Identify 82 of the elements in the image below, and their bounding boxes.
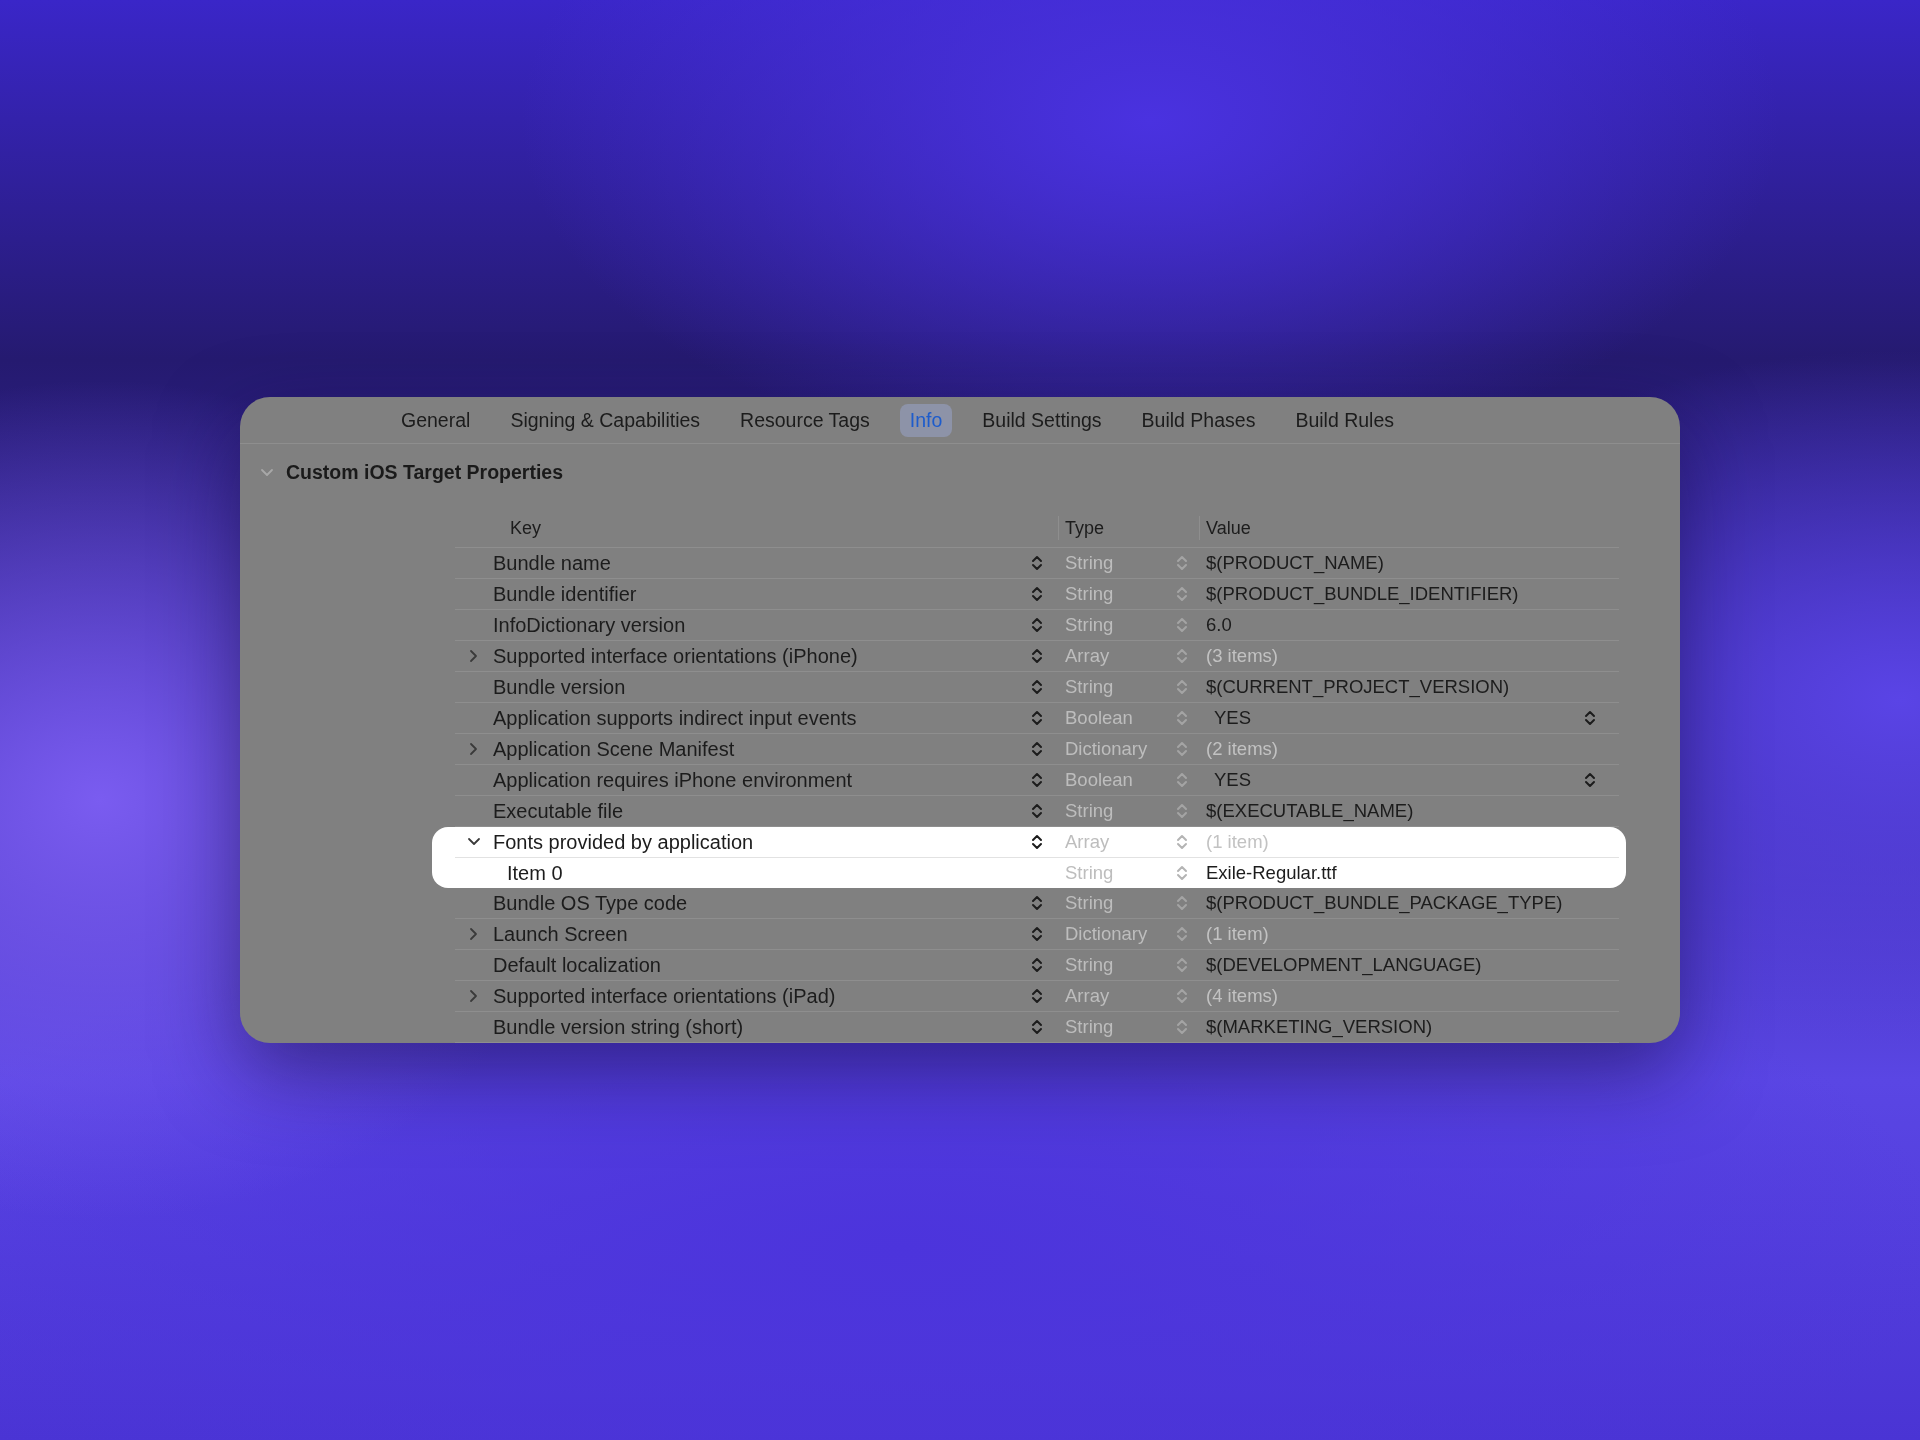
- tab[interactable]: Signing & Capabilities: [500, 403, 711, 437]
- type-stepper-icon[interactable]: [1176, 987, 1188, 1005]
- column-header[interactable]: Type: [1058, 516, 1199, 540]
- type-stepper-icon[interactable]: [1176, 585, 1188, 603]
- value-cell-text: (4 items): [1206, 985, 1279, 1007]
- key-cell-text: Bundle identifier: [493, 582, 638, 606]
- value-cell-text: Exile-Regular.ttf: [1206, 862, 1338, 884]
- type-stepper-icon[interactable]: [1176, 616, 1188, 634]
- type-cell-text: String: [1065, 892, 1115, 914]
- popup-stepper-icon[interactable]: [1584, 771, 1596, 789]
- value-cell-text: (3 items): [1206, 645, 1279, 667]
- popup-stepper-icon[interactable]: [1584, 709, 1596, 727]
- type-cell-text: String: [1065, 800, 1115, 822]
- chevron-right-icon[interactable]: [469, 649, 479, 663]
- key-cell-text: Fonts provided by application: [493, 830, 755, 854]
- type-stepper-icon[interactable]: [1176, 554, 1188, 572]
- key-stepper-icon[interactable]: [1031, 833, 1043, 851]
- key-cell-text: Application requires iPhone environment: [493, 768, 854, 792]
- type-cell-text: String: [1065, 614, 1115, 636]
- type-cell-text: Dictionary: [1065, 738, 1149, 760]
- key-cell-text: Default localization: [493, 953, 662, 977]
- type-cell-text: Boolean: [1065, 707, 1134, 729]
- key-cell-text: Application supports indirect input events: [493, 706, 858, 730]
- value-cell-text: $(PRODUCT_BUNDLE_PACKAGE_TYPE): [1206, 892, 1564, 914]
- key-cell-text: Supported interface orientations (iPad): [493, 984, 837, 1008]
- type-cell-text: String: [1065, 552, 1115, 574]
- chevron-right-icon[interactable]: [469, 927, 479, 941]
- tab[interactable]: Resource Tags: [730, 403, 880, 437]
- key-cell-text: Launch Screen: [493, 922, 629, 946]
- type-stepper-icon[interactable]: [1176, 709, 1188, 727]
- value-popup[interactable]: YES: [1206, 769, 1578, 791]
- key-cell-text: Bundle version: [493, 675, 627, 699]
- key-cell-text: Application Scene Manifest: [493, 737, 736, 761]
- tab[interactable]: Build Settings: [972, 403, 1112, 437]
- value-cell-text: $(DEVELOPMENT_LANGUAGE): [1206, 954, 1483, 976]
- section-title: Custom iOS Target Properties: [286, 461, 564, 485]
- value-cell-text: $(PRODUCT_BUNDLE_IDENTIFIER): [1206, 583, 1520, 605]
- type-stepper-icon[interactable]: [1176, 833, 1188, 851]
- key-cell-text: Bundle name: [493, 551, 612, 575]
- value-cell-text: 6.0: [1206, 614, 1233, 636]
- key-cell-text: Executable file: [493, 799, 625, 823]
- type-stepper-icon[interactable]: [1176, 894, 1188, 912]
- key-cell-text: InfoDictionary version: [493, 613, 687, 637]
- type-stepper-icon[interactable]: [1176, 956, 1188, 974]
- key-cell-text: Bundle version string (short): [493, 1015, 745, 1039]
- value-cell-text: $(EXECUTABLE_NAME): [1206, 800, 1415, 822]
- type-cell-text: Boolean: [1065, 769, 1134, 791]
- column-header[interactable]: Value: [1199, 516, 1619, 540]
- tab[interactable]: Build Phases: [1131, 403, 1266, 437]
- column-header[interactable]: Key: [455, 516, 1058, 540]
- value-cell-text: $(PRODUCT_NAME): [1206, 552, 1385, 574]
- type-cell-text: Array: [1065, 985, 1111, 1007]
- type-stepper-icon[interactable]: [1176, 1018, 1188, 1036]
- value-popup[interactable]: YES: [1206, 707, 1578, 729]
- type-stepper-icon[interactable]: [1176, 647, 1188, 665]
- chevron-right-icon[interactable]: [469, 989, 479, 1003]
- type-cell-text: String: [1065, 676, 1115, 698]
- type-stepper-icon[interactable]: [1176, 740, 1188, 758]
- key-cell-text: Supported interface orientations (iPhone): [493, 644, 859, 668]
- tab[interactable]: General: [391, 403, 481, 437]
- value-cell-text: (2 items): [1206, 738, 1279, 760]
- chevron-down-icon[interactable]: [467, 837, 481, 847]
- type-stepper-icon[interactable]: [1176, 771, 1188, 789]
- value-cell-text: $(MARKETING_VERSION): [1206, 1016, 1434, 1038]
- type-cell-text: String: [1065, 954, 1115, 976]
- value-cell-text: (1 item): [1206, 923, 1270, 945]
- tab[interactable]: Build Rules: [1285, 403, 1405, 437]
- type-stepper-icon[interactable]: [1176, 802, 1188, 820]
- key-cell-text: Bundle OS Type code: [493, 891, 689, 915]
- type-cell-text: String: [1065, 583, 1115, 605]
- value-cell-text: $(CURRENT_PROJECT_VERSION): [1206, 676, 1511, 698]
- type-cell-text: String: [1065, 1016, 1115, 1038]
- type-stepper-icon[interactable]: [1176, 864, 1188, 882]
- type-cell-text: Array: [1065, 645, 1111, 667]
- type-cell-text: Dictionary: [1065, 923, 1149, 945]
- type-cell-text: String: [1065, 862, 1115, 884]
- type-stepper-icon[interactable]: [1176, 925, 1188, 943]
- chevron-right-icon[interactable]: [469, 742, 479, 756]
- type-stepper-icon[interactable]: [1176, 678, 1188, 696]
- type-cell-text: Array: [1065, 831, 1111, 853]
- key-cell-text: Item 0: [506, 861, 564, 885]
- value-cell-text: (1 item): [1206, 831, 1270, 853]
